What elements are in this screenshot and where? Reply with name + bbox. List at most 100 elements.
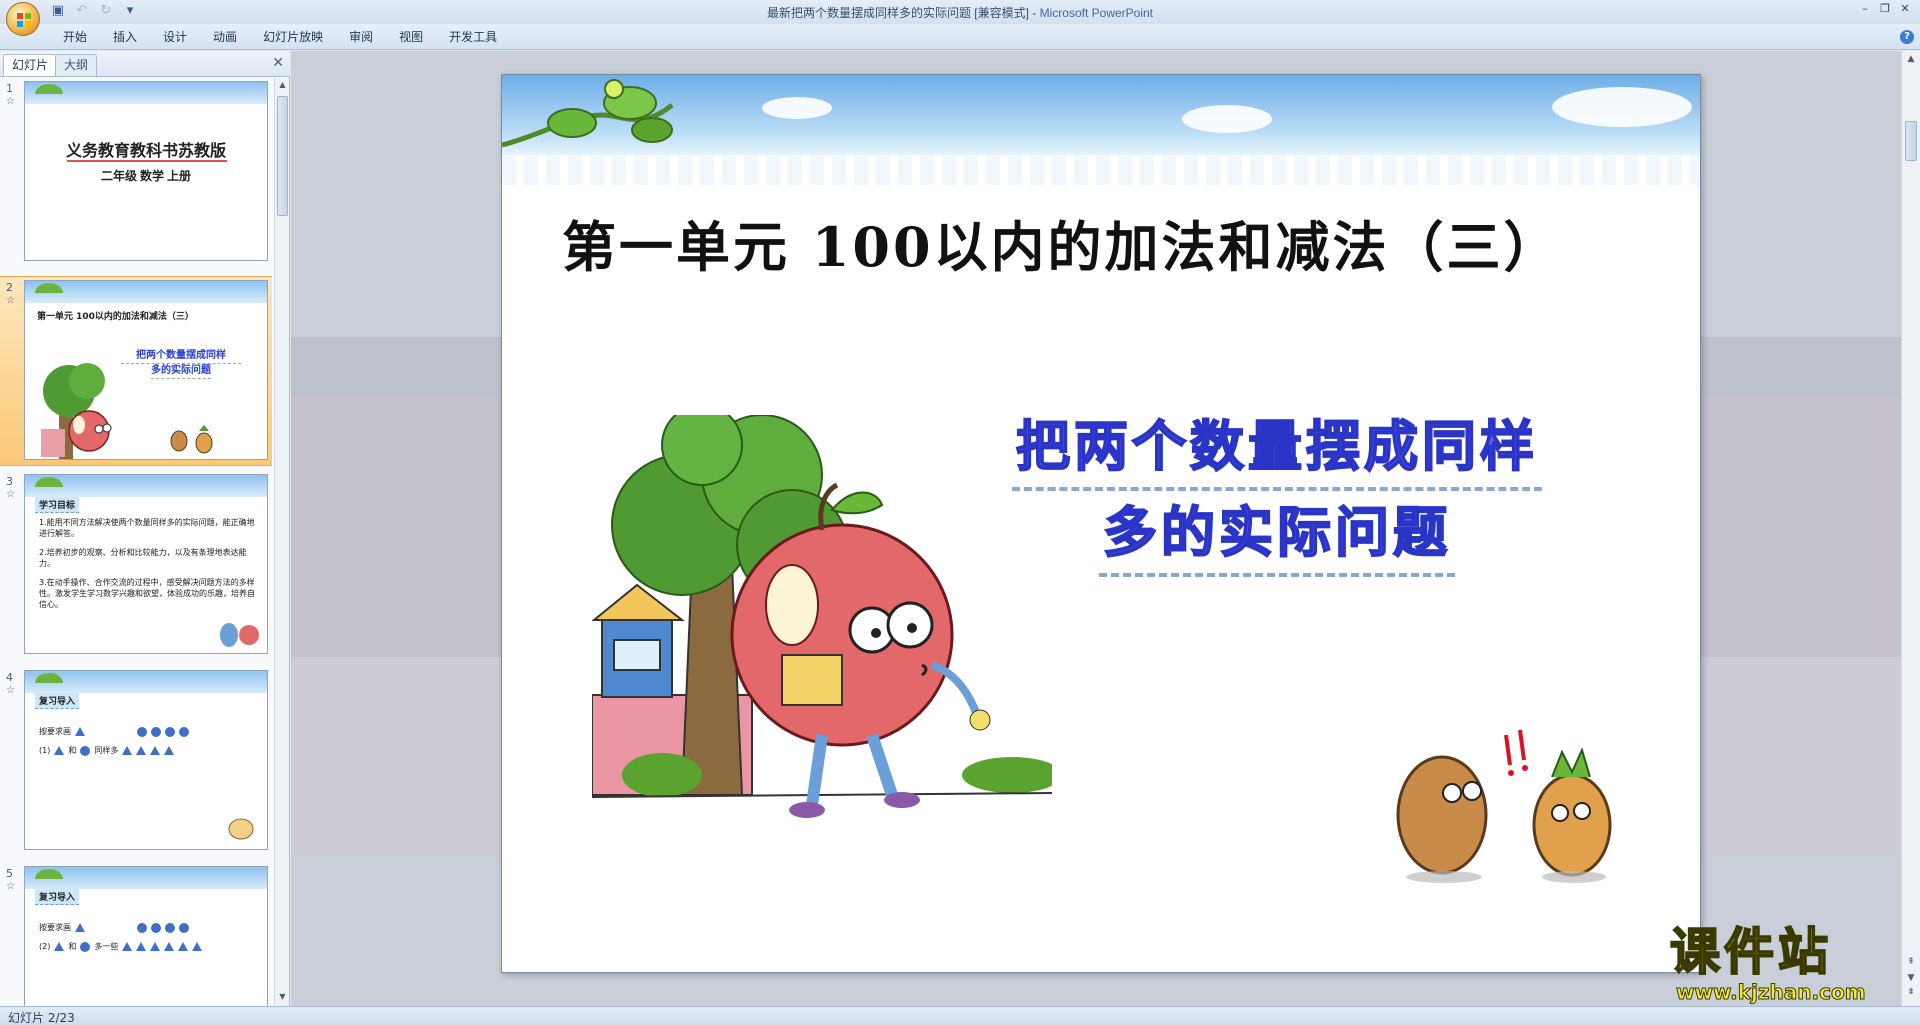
fruit-characters-illustration (1396, 729, 1612, 883)
tab-review[interactable]: 审阅 (336, 29, 386, 45)
thumbnail-slide-3[interactable]: 学习目标 1.能用不同方法解决使两个数量同样多的实际问题，能正确地进行解答。 2… (24, 474, 268, 654)
thumb-text: 多一些 (94, 942, 119, 951)
ribbon: 开始 插入 设计 动画 幻灯片放映 审阅 视图 开发工具 ? (0, 24, 1920, 50)
thumb-text: 同样多 (94, 746, 119, 755)
document-title: 最新把两个数量摆成同样多的实际问题 [兼容模式] - (766, 6, 1040, 20)
thumbnail-scrollbar[interactable]: ▲ ▼ (274, 78, 289, 1006)
scroll-down-icon[interactable]: ▼ (277, 992, 288, 1004)
tab-slideshow[interactable]: 幻灯片放映 (250, 29, 336, 45)
scroll-up-icon[interactable]: ▲ (1905, 54, 1917, 64)
triangle-shape (122, 746, 133, 755)
tab-view[interactable]: 视图 (386, 29, 436, 45)
slides-pane: 幻灯片 大纲 ✕ 1 ☆ 义务教育教科书苏教版 二年级 数学 上册 2 ☆ 第一… (0, 51, 290, 1006)
close-icon[interactable]: ✕ (1898, 2, 1912, 16)
triangle-shape (164, 746, 175, 755)
apple-character-illustration (592, 415, 1052, 818)
scroll-up-icon[interactable]: ▲ (277, 80, 288, 92)
animation-star-icon: ☆ (6, 295, 15, 306)
thumb-title: 第一单元 100以内的加法和减法（三） (37, 312, 194, 322)
restore-icon[interactable]: ❐ (1878, 2, 1892, 16)
tab-slides[interactable]: 幻灯片 (3, 54, 58, 76)
thumb-line-1: 按要求画 (39, 922, 189, 933)
thumb-heading: 复习导入 (35, 889, 80, 905)
watermark-url: www.kjzhan.com (1676, 980, 1867, 1005)
thumb-text: 和 (68, 746, 77, 755)
apple-tree-illustration (41, 363, 213, 459)
office-button[interactable] (6, 2, 40, 36)
editor-scrollbar[interactable]: ▲ ⇞ ▼ ⇟ (1901, 51, 1920, 1006)
tab-home[interactable]: 开始 (50, 29, 100, 45)
slide-subtitle-line2: 多的实际问题 (1099, 491, 1455, 577)
close-pane-icon[interactable]: ✕ (272, 55, 284, 71)
thumbnail-slide-2[interactable]: 第一单元 100以内的加法和减法（三） 把两个数量摆成同样 多的实际问题 (24, 280, 268, 460)
thumb-text: (2) (39, 942, 51, 951)
circle-shape (80, 745, 91, 756)
thumbnail-row-selected[interactable]: 2 ☆ 第一单元 100以内的加法和减法（三） 把两个数量摆成同样 多的实际问题 (0, 276, 272, 466)
previous-slide-icon[interactable]: ⇞ (1905, 957, 1917, 967)
circle-shape (151, 922, 161, 933)
tab-design[interactable]: 设计 (150, 29, 200, 45)
thumbnail-number: 5 (6, 867, 13, 880)
cloud-shape (1552, 87, 1692, 127)
scroll-thumb[interactable] (277, 96, 288, 216)
status-bar: 幻灯片 2/23 (0, 1006, 1920, 1025)
ribbon-tabs: 开始 插入 设计 动画 幻灯片放映 审阅 视图 开发工具 (50, 29, 510, 45)
thumb-line-2: (2) 和 多一些 (39, 941, 203, 952)
circle-shape (165, 726, 175, 737)
circle-shape (179, 726, 189, 737)
cloud-shape (762, 97, 832, 119)
app-name: Microsoft PowerPoint (1039, 6, 1154, 20)
thumbnail-slide-5[interactable]: 复习导入 按要求画 (2) 和 多一些 (24, 866, 268, 1006)
thumbnail-slide-4[interactable]: 复习导入 按要求画 (1) 和 同样多 (24, 670, 268, 850)
circle-shape (80, 941, 91, 952)
thumb-goal-item: 3.在动手操作、合作交流的过程中，感受解决问题方法的多样性。激发学生学习数学兴趣… (39, 578, 255, 609)
animation-star-icon: ☆ (6, 685, 15, 696)
watermark-logo: 课件站 www.kjzhan.com (1669, 923, 1900, 1005)
thumb-line-2: (1) 和 同样多 (39, 745, 175, 756)
triangle-shape (178, 942, 189, 951)
circle-shape (151, 726, 161, 737)
next-slide-icon[interactable]: ⇟ (1905, 987, 1917, 997)
tab-animations[interactable]: 动画 (200, 29, 250, 45)
circle-shape (137, 726, 147, 737)
thumbnail-row[interactable]: 3 ☆ 学习目标 1.能用不同方法解决使两个数量同样多的实际问题，能正确地进行解… (0, 471, 272, 661)
thumb-title: 义务教育教科书苏教版 (65, 143, 226, 160)
triangle-shape (75, 923, 85, 932)
thumbnail-number: 3 (6, 475, 13, 488)
triangle-shape (54, 942, 65, 951)
thumbnail-row[interactable]: 5 ☆ 复习导入 按要求画 (2) 和 多一些 (0, 863, 272, 1006)
tab-developer[interactable]: 开发工具 (436, 29, 510, 45)
fruit-character-icon (228, 818, 254, 840)
title-bar: ▣ ↶ ↻ ▾ 最新把两个数量摆成同样多的实际问题 [兼容模式] - Micro… (0, 0, 1920, 36)
triangle-shape (150, 746, 161, 755)
thumb-heading: 复习导入 (35, 693, 80, 709)
scroll-thumb[interactable] (1905, 121, 1917, 161)
animation-star-icon: ☆ (6, 881, 15, 892)
help-icon[interactable]: ? (1900, 30, 1914, 44)
thumb-subtitle: 二年级 数学 上册 (100, 169, 191, 183)
thumb-line-1: 按要求画 (39, 726, 189, 737)
pane-tabs: 幻灯片 大纲 ✕ (0, 51, 290, 77)
slide-indicator: 幻灯片 2/23 (8, 1011, 75, 1025)
circle-shape (165, 922, 175, 933)
thumbnail-number: 2 (6, 281, 13, 294)
triangle-shape (75, 727, 85, 736)
animation-star-icon: ☆ (6, 489, 15, 500)
thumbnail-row[interactable]: 4 ☆ 复习导入 按要求画 (1) 和 同样多 (0, 667, 272, 857)
watermark-main-text: 课件站 (1669, 923, 1832, 981)
thumbnail-number: 1 (6, 82, 13, 95)
thumb-text: 按要求画 (39, 923, 71, 932)
triangle-shape (136, 942, 147, 951)
tab-insert[interactable]: 插入 (100, 29, 150, 45)
window-title: 最新把两个数量摆成同样多的实际问题 [兼容模式] - Microsoft Pow… (0, 4, 1920, 21)
minimize-icon[interactable]: – (1858, 2, 1872, 16)
thumbnail-list: 1 ☆ 义务教育教科书苏教版 二年级 数学 上册 2 ☆ 第一单元 100以内的… (0, 78, 272, 1006)
thumbnail-row[interactable]: 1 ☆ 义务教育教科书苏教版 二年级 数学 上册 (0, 78, 272, 268)
current-slide[interactable]: 第一单元 100以内的加法和减法（三） 把两个数量摆成同样 多的实际问题 (501, 74, 1701, 973)
tab-outline[interactable]: 大纲 (55, 54, 98, 76)
thumb-goal-item: 2.培养初步的观察、分析和比较能力，以及有条理地表达能力。 (39, 548, 247, 568)
thumbnail-slide-1[interactable]: 义务教育教科书苏教版 二年级 数学 上册 (24, 81, 268, 261)
scroll-down-icon[interactable]: ▼ (1905, 973, 1917, 983)
thumb-heading: 学习目标 (35, 497, 80, 513)
slide-title[interactable]: 第一单元 100以内的加法和减法（三） (562, 203, 1561, 282)
